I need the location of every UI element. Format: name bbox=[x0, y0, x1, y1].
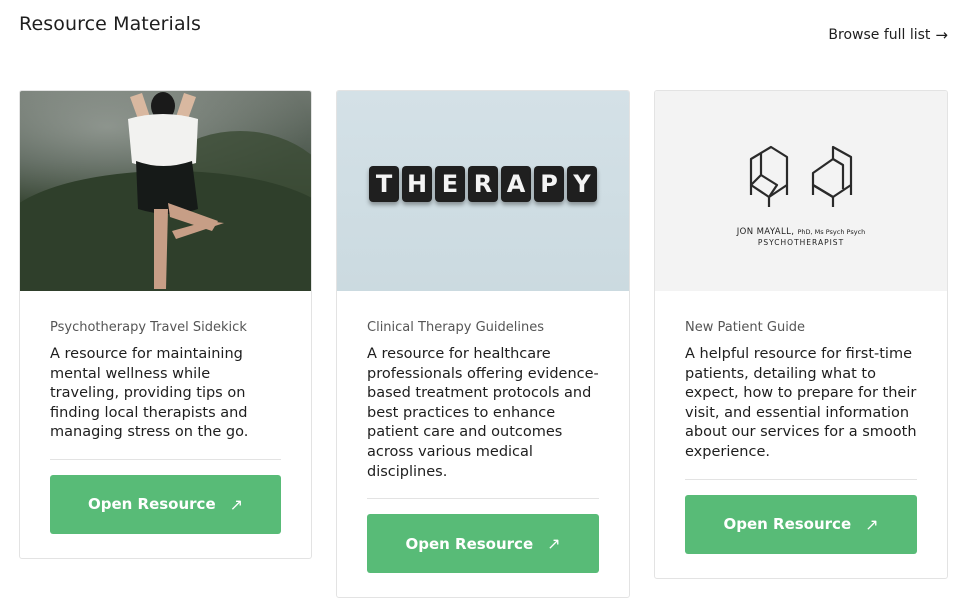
letter-tile: H bbox=[402, 166, 432, 202]
card-divider bbox=[367, 498, 599, 500]
letter-tile: Y bbox=[567, 166, 597, 202]
logo-role-text: PSYCHOTHERAPIST bbox=[757, 238, 845, 247]
letter-tile: E bbox=[435, 166, 465, 202]
external-link-icon: ↗ bbox=[865, 514, 879, 534]
open-resource-button[interactable]: Open Resource ↗ bbox=[50, 474, 281, 534]
woman-yoga-mountain-image bbox=[20, 91, 311, 291]
chairs-logo-icon bbox=[749, 145, 853, 207]
card-divider bbox=[685, 478, 917, 480]
card-description: A helpful resource for first-time patien… bbox=[685, 346, 917, 460]
external-link-icon: ↗ bbox=[229, 494, 244, 514]
open-resource-label: Open Resource bbox=[723, 515, 852, 534]
therapist-logo-image: JON MAYALL, PhD, Ms Psych Psych PSYCHOTH… bbox=[655, 91, 947, 291]
browse-full-list-link[interactable]: Browse full list → bbox=[828, 27, 948, 43]
open-resource-label: Open Resource bbox=[87, 495, 216, 514]
open-resource-button[interactable]: Open Resource ↗ bbox=[367, 514, 599, 574]
resource-card-clinical-guidelines: T H E R A P Y Clinical Therapy Guideline… bbox=[336, 90, 630, 598]
external-link-icon: ↗ bbox=[547, 534, 561, 554]
open-resource-label: Open Resource bbox=[405, 534, 534, 553]
letter-tile: R bbox=[468, 166, 498, 202]
resource-card-new-patient-guide: JON MAYALL, PhD, Ms Psych Psych PSYCHOTH… bbox=[654, 90, 948, 579]
arrow-right-icon: → bbox=[935, 25, 948, 44]
resource-card-travel-sidekick: Psychotherapy Travel Sidekick A resource… bbox=[19, 90, 312, 559]
card-category: Psychotherapy Travel Sidekick bbox=[50, 320, 247, 335]
card-category: Clinical Therapy Guidelines bbox=[367, 320, 544, 335]
card-category: New Patient Guide bbox=[685, 320, 806, 335]
logo-name-text: JON MAYALL, PhD, Ms Psych Psych bbox=[736, 227, 866, 237]
letter-tile: P bbox=[534, 166, 564, 202]
page-title: Resource Materials bbox=[19, 13, 202, 35]
browse-full-list-label: Browse full list bbox=[828, 27, 931, 43]
card-divider bbox=[50, 458, 281, 460]
card-description: A resource for maintaining mental wellne… bbox=[50, 346, 249, 441]
letter-tile: T bbox=[369, 166, 399, 202]
letter-tile: A bbox=[501, 166, 531, 202]
card-description: A resource for healthcare professionals … bbox=[367, 346, 599, 480]
therapy-tiles-image: T H E R A P Y bbox=[337, 91, 629, 291]
open-resource-button[interactable]: Open Resource ↗ bbox=[685, 494, 917, 554]
